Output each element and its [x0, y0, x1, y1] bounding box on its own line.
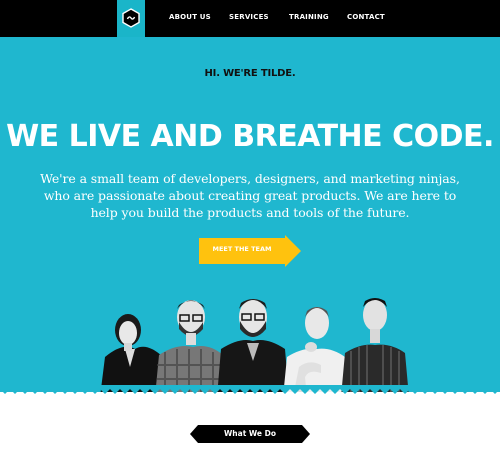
team-photo [100, 298, 409, 392]
nav-item-about-us[interactable]: ABOUT US [169, 13, 211, 21]
meet-the-team-label: MEET THE TEAM [212, 245, 272, 253]
nav-item-training[interactable]: TRAINING [289, 13, 329, 21]
team-member-2 [155, 300, 227, 392]
top-nav: ABOUT US SERVICES TRAINING CONTACT [0, 0, 500, 37]
nav-item-services[interactable]: SERVICES [229, 13, 269, 21]
hero-intro: We're a small team of developers, design… [40, 171, 460, 220]
meet-the-team-button[interactable]: MEET THE TEAM [199, 235, 301, 267]
what-we-do-label: What We Do [224, 429, 276, 438]
hero-section: HI. WE'RE TILDE. WE LIVE AND BREATHE COD… [0, 37, 500, 392]
hero-tagline: HI. WE'RE TILDE. [204, 68, 296, 79]
zigzag-divider [0, 385, 500, 394]
hero-headline: WE LIVE AND BREATHE CODE. [6, 119, 494, 154]
team-member-3 [217, 299, 289, 392]
nav-item-contact[interactable]: CONTACT [347, 13, 385, 21]
team-member-5 [341, 298, 409, 392]
nav-menu: ABOUT US SERVICES TRAINING CONTACT [0, 10, 500, 28]
team-member-4 [283, 307, 349, 392]
what-we-do-tab[interactable]: What We Do [190, 425, 310, 443]
